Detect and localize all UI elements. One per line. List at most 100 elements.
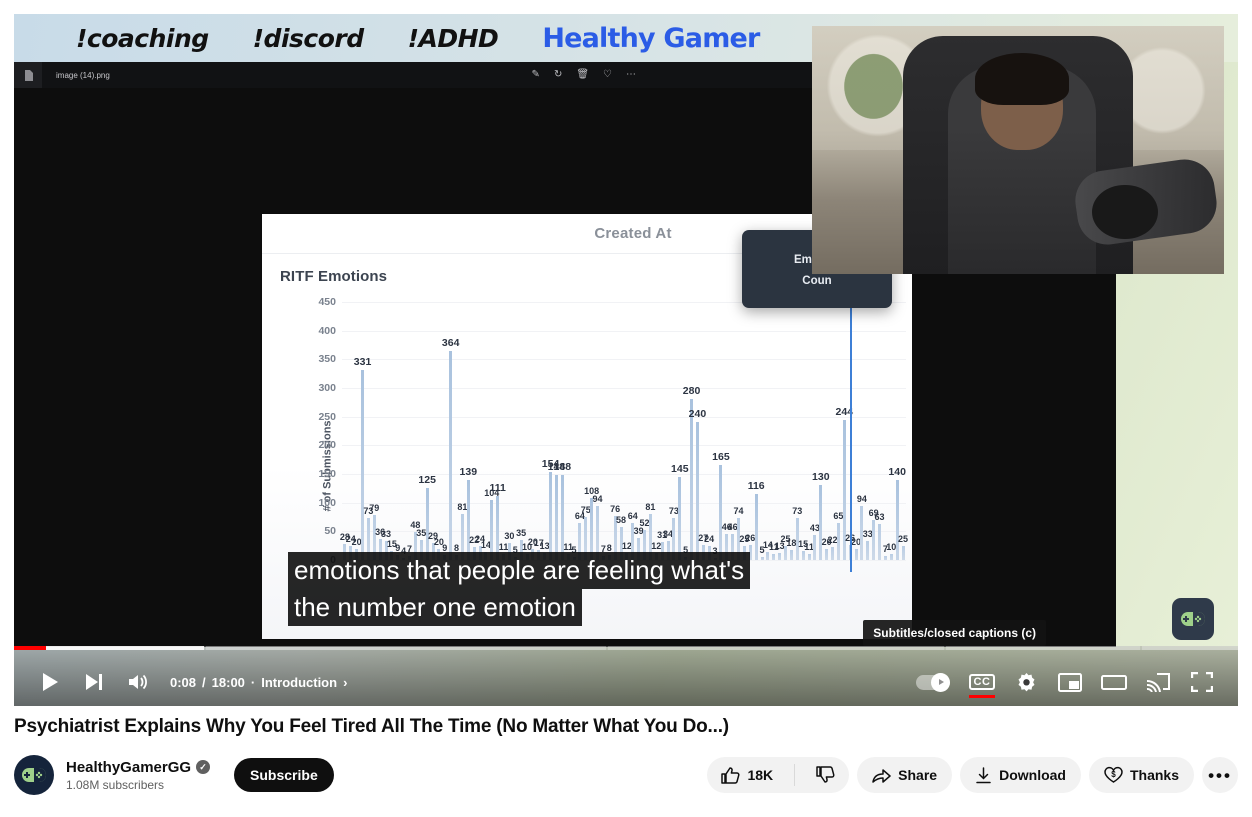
volume-button[interactable]: [116, 660, 160, 704]
subscribe-button[interactable]: Subscribe: [234, 758, 334, 792]
bar[interactable]: [549, 471, 553, 560]
bar[interactable]: [361, 370, 365, 560]
chapter-chevron-icon[interactable]: ›: [343, 675, 347, 690]
bar-series: 28 24 20 331 73 79 36 33 15 9 4 7 48 35 125 29 20 9 364 8 81…: [340, 302, 908, 560]
healthy-gamer-watermark-icon[interactable]: [1172, 598, 1214, 640]
y-tick-label: 350: [318, 353, 336, 366]
bar[interactable]: [754, 493, 758, 560]
share-label: Share: [898, 767, 938, 783]
autoplay-toggle[interactable]: [916, 672, 950, 692]
bar[interactable]: [425, 488, 429, 560]
player-controls[interactable]: 0:08 / 18:00 · Introduction › CC: [14, 646, 1238, 706]
edit-icon[interactable]: ✎: [532, 70, 540, 80]
thanks-button[interactable]: $ Thanks: [1088, 757, 1194, 793]
rotate-icon[interactable]: ↻: [554, 70, 562, 80]
bar[interactable]: [831, 547, 835, 560]
more-actions-button[interactable]: •••: [1202, 757, 1238, 793]
webcam-microphone-head: [1092, 184, 1159, 240]
channel-name: HealthyGamerGG: [66, 758, 192, 776]
play-button[interactable]: [28, 660, 72, 704]
tooltip-line-2: Coun: [802, 275, 832, 287]
progress-bar[interactable]: [14, 646, 1238, 650]
image-filename: image (14).png: [56, 70, 110, 80]
bar[interactable]: [449, 351, 453, 560]
bar[interactable]: [872, 520, 876, 560]
bar[interactable]: [813, 535, 817, 560]
miniplayer-button[interactable]: [1048, 660, 1092, 704]
bar[interactable]: [466, 480, 470, 560]
bar[interactable]: [760, 557, 764, 560]
bar[interactable]: [801, 551, 805, 560]
bar[interactable]: [678, 476, 682, 560]
next-video-button[interactable]: [72, 660, 116, 704]
controls-row: 0:08 / 18:00 · Introduction › CC: [14, 660, 1238, 704]
bar[interactable]: [719, 465, 723, 560]
bar[interactable]: [901, 545, 905, 560]
closed-captions-button[interactable]: CC: [960, 660, 1004, 704]
thanks-label: Thanks: [1129, 767, 1179, 783]
share-button[interactable]: Share: [857, 757, 953, 793]
bar[interactable]: [789, 549, 793, 560]
chapter-segment[interactable]: [206, 646, 606, 650]
bar[interactable]: [807, 553, 811, 560]
bar[interactable]: [836, 522, 840, 560]
like-dislike-group: 18K: [707, 757, 850, 793]
delete-icon[interactable]: 🗑: [576, 70, 589, 80]
channel-name-row[interactable]: HealthyGamerGG ✓: [66, 758, 211, 776]
bar[interactable]: [554, 475, 558, 560]
like-button[interactable]: 18K: [707, 757, 787, 793]
bar[interactable]: [878, 523, 882, 560]
bar[interactable]: [772, 553, 776, 560]
thumbs-down-icon: [816, 766, 835, 783]
bar[interactable]: [895, 479, 899, 560]
y-axis-ticks: 050100150200250300350400450: [302, 296, 336, 566]
chapter-segment[interactable]: [14, 646, 204, 650]
cc-tooltip: Subtitles/closed captions (c): [863, 620, 1046, 646]
divider: [794, 764, 796, 786]
theater-mode-button[interactable]: [1092, 660, 1136, 704]
bar[interactable]: [784, 545, 788, 560]
chapter-segment[interactable]: [608, 646, 944, 650]
y-tick-label: 450: [318, 296, 336, 308]
svg-text:$: $: [1111, 770, 1116, 779]
avatar[interactable]: [14, 755, 54, 795]
video-title: Psychiatrist Explains Why You Feel Tired…: [14, 716, 729, 737]
bar[interactable]: [825, 548, 829, 560]
chapter-segment[interactable]: [946, 646, 1140, 650]
autoplay-knob: [931, 672, 950, 692]
dislike-button[interactable]: [802, 757, 849, 793]
bar-slot[interactable]: 25: [898, 302, 908, 560]
time-total: 18:00: [211, 674, 245, 690]
bar[interactable]: [866, 541, 870, 560]
bar[interactable]: [766, 551, 770, 560]
bar[interactable]: [854, 548, 858, 560]
download-button[interactable]: Download: [960, 757, 1081, 793]
bar[interactable]: [883, 556, 887, 560]
settings-gear-icon[interactable]: [1004, 660, 1048, 704]
action-buttons: 18K Share Download $ Thanks •••: [707, 757, 1238, 793]
cc-active-indicator: [969, 695, 995, 698]
banner-command-discord: !discord: [252, 23, 364, 53]
bar[interactable]: [690, 399, 694, 560]
bar[interactable]: [889, 554, 893, 560]
webcam-overlay: [812, 26, 1224, 274]
thumbs-up-icon: [721, 767, 740, 784]
bar[interactable]: [778, 552, 782, 560]
video-metadata: Psychiatrist Explains Why You Feel Tired…: [14, 716, 1238, 795]
chapter-label[interactable]: Introduction: [261, 675, 337, 690]
bar[interactable]: [819, 485, 823, 560]
more-icon[interactable]: ⋯: [626, 70, 636, 80]
y-tick-label: 250: [318, 410, 336, 423]
heart-icon[interactable]: ♡: [603, 70, 612, 80]
cc-label: CC: [968, 674, 996, 690]
download-label: Download: [999, 767, 1066, 783]
verified-badge-icon: ✓: [196, 760, 211, 774]
hover-cursor-line: [850, 292, 853, 572]
fullscreen-button[interactable]: [1180, 660, 1224, 704]
time-display: 0:08 / 18:00 · Introduction ›: [170, 675, 347, 690]
chapter-segment[interactable]: [1142, 646, 1238, 650]
video-player[interactable]: !coaching !discord !ADHD Healthy Gamer i…: [14, 14, 1238, 706]
cast-button[interactable]: [1136, 660, 1180, 704]
bar[interactable]: [590, 498, 594, 560]
time-separator: ·: [250, 674, 256, 690]
